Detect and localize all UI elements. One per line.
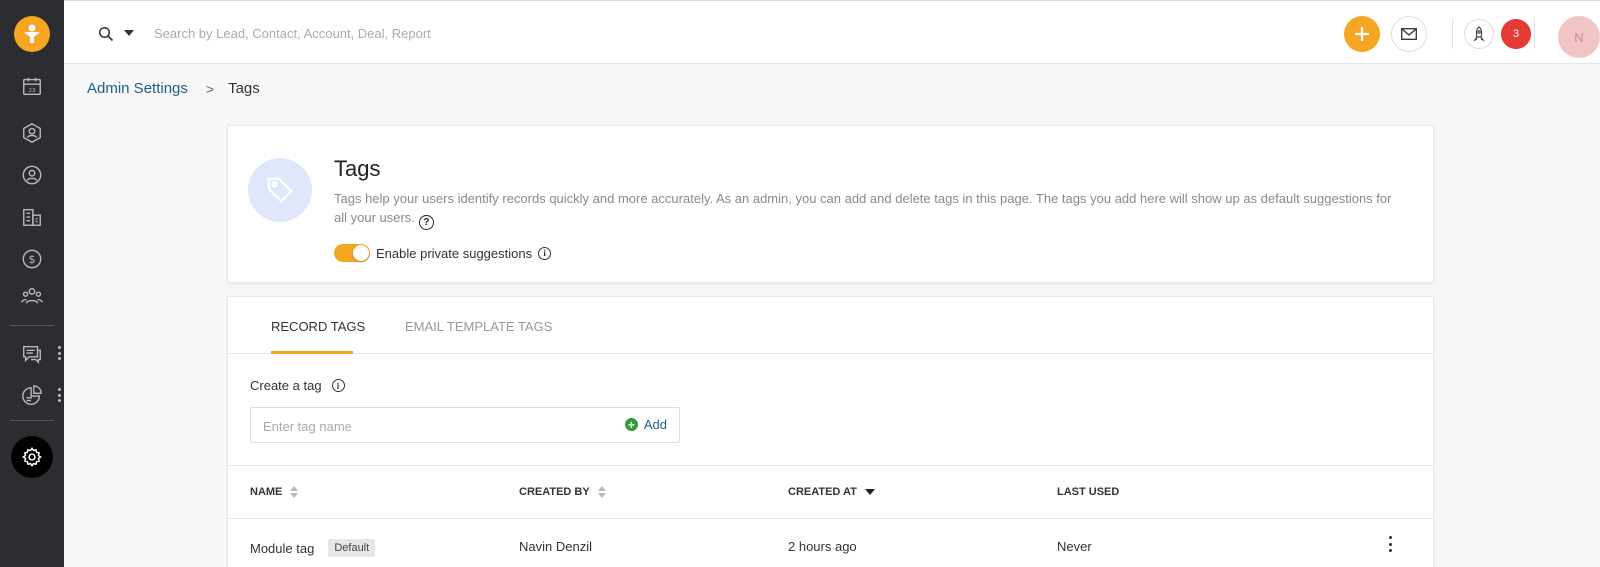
- info-icon[interactable]: i: [331, 379, 345, 392]
- column-last-used-label: LAST USED: [1057, 486, 1120, 498]
- column-created-by-label: CREATED BY: [519, 486, 590, 498]
- breadcrumb-current: Tags: [228, 80, 260, 97]
- column-created-at-label: CREATED AT: [788, 486, 857, 498]
- tags-content-card: RECORD TAGS EMAIL TEMPLATE TAGS Create a…: [227, 296, 1434, 567]
- tag-name-input[interactable]: [263, 416, 603, 436]
- avatar[interactable]: N: [1558, 16, 1600, 58]
- chat-icon[interactable]: [20, 342, 44, 366]
- tag-icon: [248, 158, 312, 222]
- tag-name: Module tag: [250, 540, 315, 556]
- info-icon[interactable]: i: [538, 246, 552, 260]
- private-suggestions-row: Enable private suggestions i: [334, 244, 552, 262]
- tabs: RECORD TAGS EMAIL TEMPLATE TAGS: [228, 297, 1433, 354]
- reports-icon[interactable]: [20, 384, 44, 408]
- table-row[interactable]: Module tag Default Navin Denzil 2 hours …: [228, 519, 1433, 567]
- table-header: NAME CREATED BY CREATED AT LAST USED: [228, 465, 1433, 519]
- active-tab-indicator: [271, 351, 353, 354]
- topbar-divider: [1452, 19, 1453, 49]
- svg-text:$: $: [29, 253, 36, 266]
- team-icon[interactable]: [20, 284, 44, 308]
- search-scope-dropdown[interactable]: [124, 30, 134, 36]
- global-search-input[interactable]: [154, 21, 654, 45]
- sidebar: 23 $: [0, 0, 64, 567]
- sidebar-divider: [10, 325, 54, 326]
- add-icon[interactable]: [1344, 16, 1380, 52]
- mail-icon[interactable]: [1391, 16, 1427, 52]
- tab-email-template-tags[interactable]: EMAIL TEMPLATE TAGS: [405, 319, 552, 334]
- top-bar: 3 N: [64, 0, 1600, 64]
- page-title: Tags: [334, 156, 381, 181]
- settings-icon[interactable]: [11, 436, 53, 478]
- tab-record-tags[interactable]: RECORD TAGS: [271, 319, 365, 334]
- sort-icon[interactable]: [597, 486, 606, 498]
- create-tag-label-row: Create a tag i: [250, 378, 345, 393]
- search-icon[interactable]: [98, 26, 114, 42]
- lead-icon[interactable]: [20, 121, 44, 145]
- page-description: Tags help your users identify records qu…: [334, 189, 1394, 230]
- svg-text:23: 23: [29, 88, 36, 94]
- breadcrumb-separator: >: [205, 80, 215, 97]
- toggle-label: Enable private suggestions: [376, 245, 533, 261]
- logo-icon[interactable]: [14, 16, 50, 52]
- help-icon[interactable]: ?: [418, 215, 434, 230]
- cell-created-at: 2 hours ago: [788, 539, 857, 554]
- notification-badge[interactable]: 3: [1501, 19, 1531, 49]
- chat-more-icon[interactable]: [57, 346, 61, 360]
- tags-header-card: Tags Tags help your users identify recor…: [227, 125, 1434, 283]
- create-tag-label: Create a tag: [250, 378, 322, 393]
- column-created-by[interactable]: CREATED BY: [519, 486, 606, 498]
- rocket-icon[interactable]: [1464, 19, 1494, 49]
- sort-desc-icon[interactable]: [864, 489, 875, 495]
- add-tag-button[interactable]: + Add: [624, 417, 667, 432]
- sort-icon[interactable]: [290, 486, 299, 498]
- more-options-icon[interactable]: [1388, 536, 1392, 552]
- breadcrumb-admin-settings[interactable]: Admin Settings: [87, 80, 188, 97]
- sidebar-divider: [10, 420, 54, 421]
- calendar-icon[interactable]: 23: [20, 74, 44, 98]
- column-created-at[interactable]: CREATED AT: [788, 486, 875, 498]
- column-name-label: NAME: [250, 486, 283, 498]
- reports-more-icon[interactable]: [57, 388, 61, 402]
- cell-name: Module tag Default: [250, 539, 376, 557]
- cell-last-used: Never: [1057, 539, 1092, 554]
- deal-icon[interactable]: $: [20, 247, 44, 271]
- contact-icon[interactable]: [20, 163, 44, 187]
- breadcrumb: Admin Settings > Tags: [87, 80, 260, 97]
- cell-created-by: Navin Denzil: [519, 539, 592, 554]
- account-icon[interactable]: [20, 205, 44, 229]
- column-name[interactable]: NAME: [250, 486, 299, 498]
- plus-circle-icon: +: [624, 418, 638, 431]
- topbar-divider: [1534, 19, 1535, 49]
- column-last-used: LAST USED: [1057, 486, 1119, 498]
- description-text: Tags help your users identify records qu…: [334, 191, 1392, 225]
- default-badge: Default: [328, 539, 376, 557]
- add-label: Add: [643, 417, 667, 432]
- private-suggestions-toggle[interactable]: [334, 244, 370, 262]
- tag-input-container: + Add: [250, 407, 680, 443]
